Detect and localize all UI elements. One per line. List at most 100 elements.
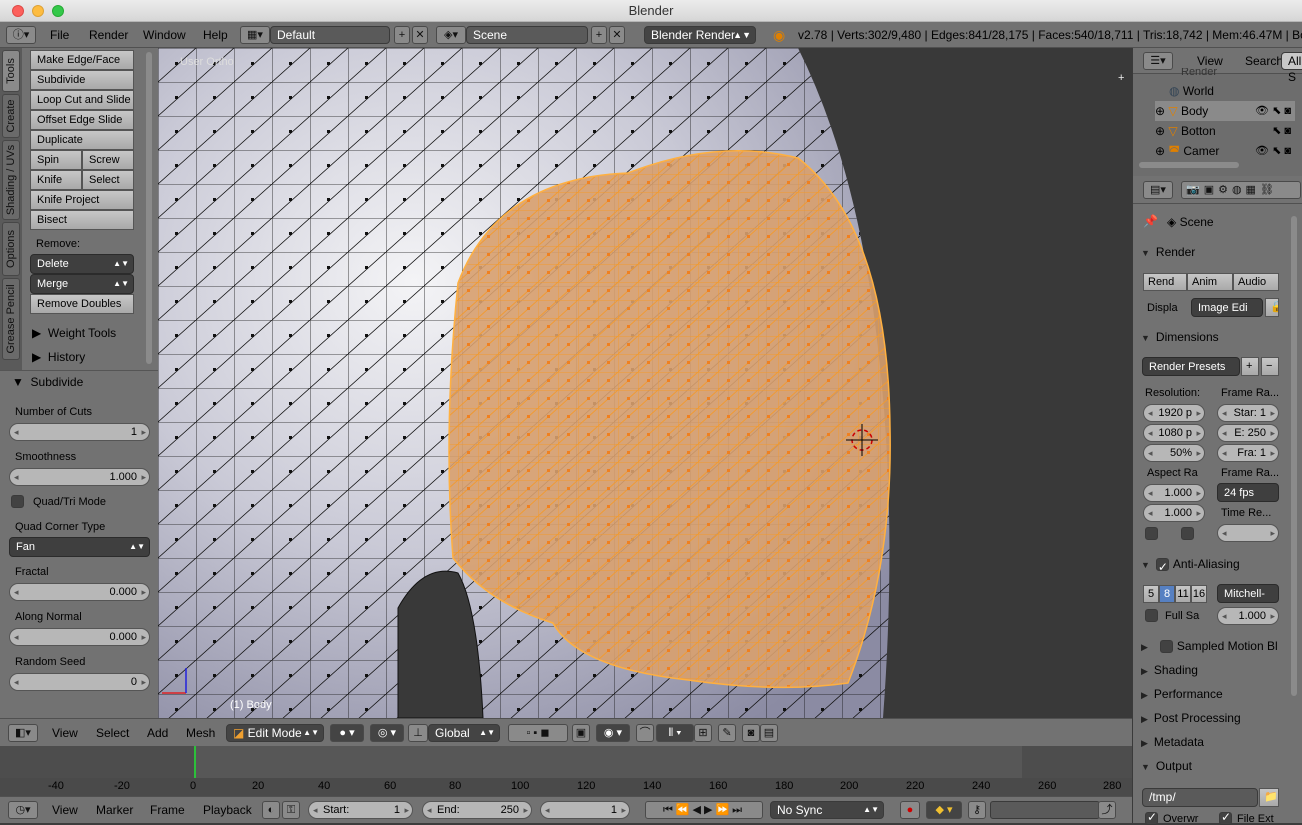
anti-aliasing-panel-header[interactable]: Anti-Aliasing	[1141, 553, 1281, 578]
orientation-dropdown[interactable]: Global ▲▼	[428, 724, 500, 742]
keyframe-prev-icon[interactable]: ⤴	[1098, 801, 1116, 819]
resolution-x-field[interactable]: 1920 p	[1143, 404, 1205, 422]
end-frame-field[interactable]: End:250	[422, 801, 532, 819]
remove-doubles-button[interactable]: Remove Doubles	[30, 294, 134, 314]
motion-blur-checkbox[interactable]	[1159, 640, 1173, 654]
post-processing-panel-header[interactable]: Post Processing	[1141, 707, 1281, 729]
snap-target-icon[interactable]: ⊞	[694, 724, 712, 742]
proportional-edit-icon[interactable]: ◉ ▾	[596, 724, 630, 742]
context-tabs-icons[interactable]: 📷▣⚙◍▦⛓	[1181, 181, 1301, 199]
occlude-geometry-icon[interactable]: ▣	[572, 724, 590, 742]
remove-layout-icon[interactable]: ✕	[412, 26, 428, 44]
editor-type-info-icon[interactable]: ⓘ▾	[6, 26, 36, 44]
menu-render[interactable]: Render	[89, 22, 128, 48]
remove-scene-icon[interactable]: ✕	[609, 26, 625, 44]
render-animation-icon[interactable]: ▤	[760, 724, 778, 742]
filter-size-field[interactable]: 1.000	[1217, 607, 1279, 625]
menu-view[interactable]: View	[52, 720, 78, 746]
outliner-row-camera[interactable]: ⊕ ◚ Camer 👁 ⬉ ◙	[1155, 141, 1295, 161]
opengl-render-icon[interactable]: ✎	[718, 724, 736, 742]
render-panel-header[interactable]: Render	[1141, 241, 1281, 263]
properties-scrollbar[interactable]	[1291, 216, 1297, 696]
frame-end-field[interactable]: E: 250	[1217, 424, 1279, 442]
crop-checkbox[interactable]	[1181, 527, 1194, 540]
resolution-y-field[interactable]: 1080 p	[1143, 424, 1205, 442]
shading-panel-header[interactable]: Shading	[1141, 659, 1281, 681]
weight-tools-panel[interactable]: ▶ Weight Tools	[32, 322, 116, 344]
add-layout-icon[interactable]: +	[394, 26, 410, 44]
offset-edge-slide-button[interactable]: Offset Edge Slide	[30, 110, 134, 130]
scene-icon[interactable]: ◈▾	[436, 26, 466, 44]
screen-layout-field[interactable]: Default	[270, 26, 390, 44]
screen-layout-icon[interactable]: ▦▾	[240, 26, 270, 44]
expand-icon[interactable]: ⊕	[1155, 124, 1168, 138]
number-of-cuts-field[interactable]: 1	[9, 423, 150, 441]
subdivide-button[interactable]: Subdivide	[30, 70, 134, 90]
aa-filter-dropdown[interactable]: Mitchell-	[1217, 584, 1279, 603]
menu-help[interactable]: Help	[203, 22, 228, 48]
output-panel-header[interactable]: Output	[1141, 755, 1281, 777]
frame-start-field[interactable]: Star: 1	[1217, 404, 1279, 422]
render-engine-dropdown[interactable]: Blender Render ▲▼	[644, 26, 756, 44]
knife-select-button[interactable]: Select	[82, 170, 134, 190]
editor-type-timeline-icon[interactable]: ◷▾	[8, 801, 38, 819]
knife-project-button[interactable]: Knife Project	[30, 190, 134, 210]
pivot-point-icon[interactable]: ◎ ▾	[370, 724, 404, 742]
visibility-icons[interactable]: 👁 ⬉ ◙	[1255, 141, 1291, 161]
outliner-row-body[interactable]: ⊕ ▽ Body 👁 ⬉ ◙	[1155, 101, 1295, 121]
output-path-field[interactable]: /tmp/	[1142, 788, 1258, 807]
aspect-x-field[interactable]: 1.000	[1143, 484, 1205, 502]
random-seed-field[interactable]: 0	[9, 673, 150, 691]
fps-dropdown[interactable]: 24 fps	[1217, 483, 1279, 502]
history-panel[interactable]: ▶ History	[32, 346, 85, 368]
close-window-button[interactable]	[12, 5, 24, 17]
delete-dropdown[interactable]: Delete ▲▼	[30, 254, 134, 274]
snap-icon[interactable]: ⌒	[636, 724, 654, 742]
play-audio-button[interactable]: Audio	[1233, 273, 1279, 291]
tab-options[interactable]: Options	[2, 222, 20, 276]
3d-viewport[interactable]: User Ortho (1) Body +	[158, 48, 1132, 718]
expand-icon[interactable]: ⊕	[1155, 144, 1168, 158]
add-scene-icon[interactable]: +	[591, 26, 607, 44]
aa-samples-8[interactable]: 8	[1159, 585, 1175, 603]
menu-playback[interactable]: Playback	[203, 797, 252, 823]
knife-button[interactable]: Knife	[30, 170, 82, 190]
smoothness-field[interactable]: 1.000	[9, 468, 150, 486]
file-extensions-checkbox[interactable]	[1219, 810, 1232, 825]
select-mode-icons[interactable]: ▫ ▪ ◼	[508, 724, 568, 742]
menu-marker[interactable]: Marker	[96, 797, 133, 823]
current-frame-field[interactable]: 1	[540, 801, 630, 819]
menu-window[interactable]: Window	[143, 22, 186, 48]
editor-type-outliner-icon[interactable]: ☰▾	[1143, 52, 1173, 70]
outliner-row-world[interactable]: ◍ World	[1169, 81, 1302, 101]
mode-dropdown[interactable]: ◪ Edit Mode ▲▼	[226, 724, 324, 742]
menu-add[interactable]: Add	[147, 720, 168, 746]
start-frame-field[interactable]: Start:1	[308, 801, 413, 819]
spin-button[interactable]: Spin	[30, 150, 82, 170]
anti-aliasing-checkbox[interactable]	[1155, 556, 1169, 578]
display-dropdown[interactable]: Image Edi	[1191, 298, 1263, 317]
minimize-window-button[interactable]	[32, 5, 44, 17]
render-presets-dropdown[interactable]: Render Presets	[1142, 357, 1240, 376]
editor-type-properties-icon[interactable]: ▤▾	[1143, 181, 1173, 199]
pin-icon[interactable]: 📌	[1143, 214, 1158, 228]
record-icon[interactable]: ●	[900, 801, 920, 819]
quad-corner-dropdown[interactable]: Fan ▲▼	[9, 537, 150, 557]
preview-range-icon[interactable]: ◐	[262, 801, 280, 819]
render-animation-button[interactable]: Anim	[1187, 273, 1233, 291]
snap-element-icon[interactable]: ⫴ ▾	[656, 724, 694, 742]
tab-tools[interactable]: Tools	[2, 50, 20, 92]
tab-shading-uvs[interactable]: Shading / UVs	[2, 140, 20, 220]
metadata-panel-header[interactable]: Metadata	[1141, 731, 1281, 753]
merge-dropdown[interactable]: Merge ▲▼	[30, 274, 134, 294]
aspect-y-field[interactable]: 1.000	[1143, 504, 1205, 522]
render-still-button[interactable]: Rend	[1143, 273, 1187, 291]
aa-samples-16[interactable]: 16	[1191, 585, 1207, 603]
sync-mode-dropdown[interactable]: No Sync ▲▼	[770, 801, 884, 819]
lock-interface-icon[interactable]: 🔒	[1265, 298, 1279, 317]
aa-samples-11[interactable]: 11	[1175, 585, 1191, 603]
remove-preset-icon[interactable]: −	[1261, 357, 1279, 376]
full-sample-checkbox[interactable]	[1145, 609, 1158, 622]
menu-file[interactable]: File	[50, 22, 69, 48]
active-keying-set-field[interactable]	[990, 801, 1100, 819]
